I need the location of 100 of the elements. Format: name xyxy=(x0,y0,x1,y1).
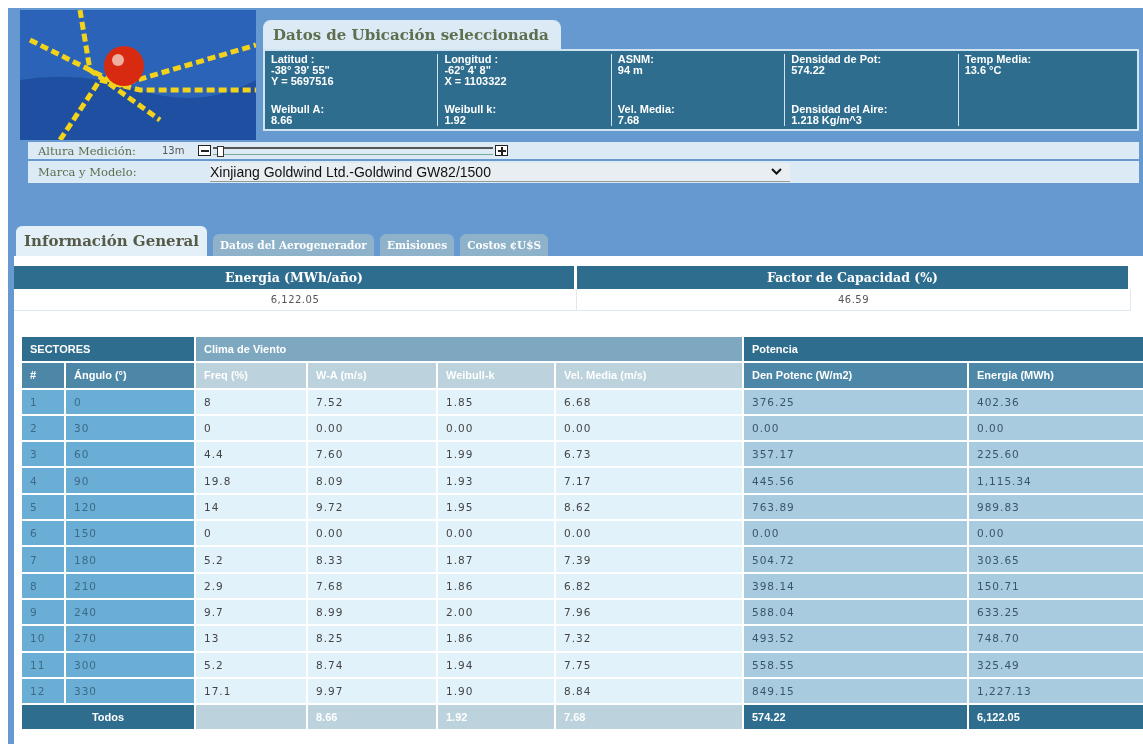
column-header: Energia (MWh) xyxy=(969,363,1143,388)
table-cell: 90 xyxy=(66,468,194,493)
table-cell: 1.85 xyxy=(438,389,554,414)
field-value: 1.218 Kg/m^3 xyxy=(791,115,863,126)
summary-header: Energia (MWh/año) xyxy=(14,266,577,289)
table-cell: 1.93 xyxy=(438,468,554,493)
height-value: 13m xyxy=(161,145,186,156)
table-cell: 8.33 xyxy=(308,547,436,572)
column-header: Ángulo (°) xyxy=(66,363,194,388)
table-cell: 0.00 xyxy=(308,415,436,441)
total-cell: 574.22 xyxy=(744,705,967,730)
table-cell: 1.94 xyxy=(438,652,554,677)
table-cell: 6 xyxy=(22,521,64,546)
table-cell: 7.39 xyxy=(556,547,742,572)
table-cell: 9.7 xyxy=(196,599,306,625)
table-cell: 402.36 xyxy=(969,389,1143,414)
field-label: Vel. Media: xyxy=(617,104,676,115)
table-cell: 120 xyxy=(66,494,194,520)
field-value: X = 1103322 xyxy=(444,76,508,87)
table-cell: 8.74 xyxy=(308,652,436,677)
table-cell: 17.1 xyxy=(196,678,306,704)
table-cell: 270 xyxy=(66,626,194,651)
table-cell: 5.2 xyxy=(196,547,306,572)
table-cell: 376.25 xyxy=(744,389,967,414)
field-value: -62° 4' 8" xyxy=(444,65,492,76)
field-value: 1.92 xyxy=(444,115,467,126)
table-cell: 6.82 xyxy=(556,573,742,598)
table-cell: 180 xyxy=(66,547,194,572)
table-cell: 0.00 xyxy=(438,415,554,441)
table-cell: 0.00 xyxy=(969,415,1143,441)
table-cell: 8.25 xyxy=(308,626,436,651)
table-cell: 7.32 xyxy=(556,626,742,651)
table-cell: 493.52 xyxy=(744,626,967,651)
field-label: Weibull k: xyxy=(444,104,498,115)
table-cell: 0 xyxy=(66,389,194,414)
field-label: Latitud : xyxy=(271,54,316,65)
table-cell: 7.52 xyxy=(308,389,436,414)
table-cell: 325.49 xyxy=(969,652,1143,677)
field-value: 574.22 xyxy=(791,65,826,76)
table-cell: 398.14 xyxy=(744,573,967,598)
total-cell: 7.68 xyxy=(556,705,742,730)
table-cell: 210 xyxy=(66,573,194,598)
tab[interactable]: Información General xyxy=(16,226,207,256)
increase-button[interactable] xyxy=(495,145,508,156)
model-select[interactable]: Xinjiang Goldwind Ltd.-Goldwind GW82/1500 xyxy=(210,162,790,182)
table-cell: 4.4 xyxy=(196,442,306,467)
tab[interactable]: Costos ¢U$S xyxy=(460,234,549,256)
table-cell: 0.00 xyxy=(969,521,1143,546)
field-label: Densidad del Aire: xyxy=(791,104,889,115)
table-cell: 445.56 xyxy=(744,468,967,493)
table-cell: 2.00 xyxy=(438,599,554,625)
table-cell: 9.72 xyxy=(308,494,436,520)
field-label: Densidad de Pot: xyxy=(791,54,883,65)
table-cell: 2.9 xyxy=(196,573,306,598)
tab[interactable]: Datos del Aerogenerador xyxy=(212,234,374,256)
table-cell: 0.00 xyxy=(744,415,967,441)
height-slider[interactable] xyxy=(213,146,493,155)
decrease-button[interactable] xyxy=(198,145,211,156)
table-cell: 8.84 xyxy=(556,678,742,704)
table-cell: 588.04 xyxy=(744,599,967,625)
column-header: Freq (%) xyxy=(196,363,306,388)
table-cell: 989.83 xyxy=(969,494,1143,520)
table-cell: 10 xyxy=(22,626,64,651)
table-cell: 1 xyxy=(22,389,64,414)
table-cell: 1,227.13 xyxy=(969,678,1143,704)
column-header: W-A (m/s) xyxy=(308,363,436,388)
column-header: Weibull-k xyxy=(438,363,554,388)
table-cell: 225.60 xyxy=(969,442,1143,467)
table-cell: 748.70 xyxy=(969,626,1143,651)
table-cell: 0.00 xyxy=(308,521,436,546)
table-cell: 8.99 xyxy=(308,599,436,625)
table-cell: 6.73 xyxy=(556,442,742,467)
summary-cell: 6,122.05 xyxy=(14,289,577,310)
table-cell: 1.86 xyxy=(438,573,554,598)
table-cell: 1.95 xyxy=(438,494,554,520)
table-cell: 558.55 xyxy=(744,652,967,677)
table-cell: 9.97 xyxy=(308,678,436,704)
table-cell: 0 xyxy=(196,521,306,546)
slider-thumb[interactable] xyxy=(216,145,224,157)
table-cell: 150 xyxy=(66,521,194,546)
column-header: # xyxy=(22,363,64,388)
table-cell: 7.60 xyxy=(308,442,436,467)
field-label: Longitud : xyxy=(444,54,500,65)
table-cell: 12 xyxy=(22,678,64,704)
column-header: Vel. Media (m/s) xyxy=(556,363,742,388)
table-cell: 2 xyxy=(22,415,64,441)
table-cell: 11 xyxy=(22,652,64,677)
group-header: SECTORES xyxy=(22,337,194,362)
group-header: Potencia xyxy=(744,337,1143,362)
field-label: Temp Media: xyxy=(964,54,1033,65)
column-header: Den Potenc (W/m2) xyxy=(744,363,967,388)
table-cell: 0.00 xyxy=(556,521,742,546)
total-cell: 8.66 xyxy=(308,705,436,730)
tab[interactable]: Emisiones xyxy=(379,234,455,256)
table-cell: 7.17 xyxy=(556,468,742,493)
field-value: 8.66 xyxy=(271,115,294,126)
field-value: 7.68 xyxy=(617,115,641,126)
table-cell: 0.00 xyxy=(438,521,554,546)
field-label: ASNM: xyxy=(617,54,655,65)
group-header: Clima de Viento xyxy=(196,337,742,362)
